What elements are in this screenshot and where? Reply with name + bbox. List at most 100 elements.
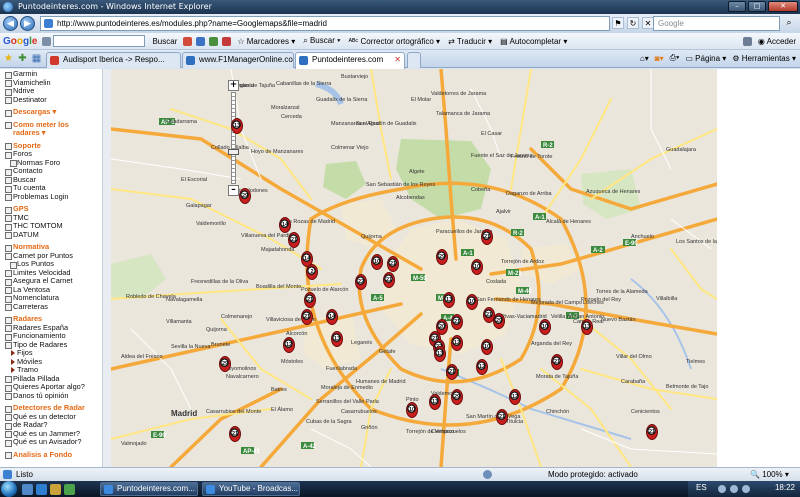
start-button[interactable] (1, 481, 17, 497)
tab-f1manager[interactable]: www.F1ManagerOnline.co... (182, 52, 294, 68)
network-icon[interactable] (718, 485, 726, 493)
sidebar-link[interactable]: Danos tú opinión (4, 391, 102, 401)
radar-marker[interactable]: 21 (387, 256, 399, 272)
back-button[interactable]: ◀ (3, 16, 18, 31)
sidebar-section-heading[interactable]: Analisis a Fondo (4, 450, 102, 460)
pagerank-icon[interactable] (183, 36, 193, 46)
radar-marker[interactable]: 14 (279, 217, 291, 233)
radar-marker[interactable]: 29 (239, 188, 251, 204)
radar-marker[interactable]: 12 (451, 335, 463, 351)
google-search-button[interactable]: Buscar (148, 37, 181, 46)
sidebar-link[interactable]: Qué es un Avisador? (4, 437, 102, 447)
add-favorite-icon[interactable]: ✚ (17, 53, 28, 64)
tab-puntodeinteres[interactable]: Puntodeinteres.com ✕ (295, 52, 405, 69)
zoom-out-button[interactable]: – (228, 185, 239, 196)
google-map[interactable]: AP-6 M-50 A-1 A-1 R-2 M-21 A-2 E-90 A-5 … (111, 69, 717, 467)
radar-marker[interactable]: 13 (231, 118, 243, 134)
protected-mode-text[interactable]: Modo protegido: activado (548, 468, 638, 481)
google-search-input[interactable] (53, 35, 146, 47)
close-button[interactable]: ✕ (768, 1, 798, 12)
home-icon[interactable]: ⌂▾ (640, 54, 649, 63)
print-icon[interactable]: ⎙▾ (670, 53, 680, 63)
radar-marker[interactable]: 21 (288, 232, 300, 248)
sidebar-link[interactable]: Problemas Login (4, 192, 102, 202)
page-menu[interactable]: ▭ Página ▾ (685, 54, 726, 63)
find-button[interactable]: ⌕ Buscar ▾ (299, 36, 344, 46)
radar-marker[interactable]: 21 (451, 314, 463, 330)
radar-marker[interactable]: 10 (406, 402, 418, 418)
tray-app-icon[interactable] (742, 485, 750, 493)
radar-marker[interactable]: 21 (646, 424, 658, 440)
clock[interactable]: 18:22 (775, 483, 795, 492)
map-zoom-control[interactable]: + – (228, 80, 240, 200)
sidebar-link[interactable]: DATUM (4, 230, 102, 240)
radar-marker[interactable]: 29 (451, 389, 463, 405)
tab-audisport[interactable]: Audisport Iberica -> Respo... (46, 52, 181, 68)
sidebar-section-heading[interactable]: radares ▾ (4, 128, 102, 138)
radar-marker[interactable]: 12 (283, 337, 295, 353)
switch-windows-icon[interactable] (50, 484, 61, 495)
radar-marker[interactable]: 29 (493, 313, 505, 329)
radar-marker[interactable]: 21 (551, 354, 563, 370)
ie-quicklaunch-icon[interactable] (36, 484, 47, 495)
new-tab-button[interactable] (407, 52, 421, 68)
bookmarks-button[interactable]: ☆ Marcadores ▾ (233, 37, 299, 46)
close-tab-icon[interactable]: ✕ (394, 53, 401, 67)
minimize-button[interactable]: – (728, 1, 746, 12)
radar-marker[interactable]: 29 (219, 356, 231, 372)
radar-marker[interactable]: 29 (436, 249, 448, 265)
sidebar-link[interactable]: Carreteras (4, 302, 102, 312)
radar-marker[interactable]: 21 (304, 292, 316, 308)
radar-marker[interactable]: 10 (481, 339, 493, 355)
radar-marker[interactable]: 12 (509, 389, 521, 405)
taskbar-youtube-window[interactable]: YouTube - Broadcas... (202, 482, 300, 496)
radar-marker[interactable]: 22 (355, 274, 367, 290)
radar-marker[interactable]: 13 (331, 331, 343, 347)
sidebar-link[interactable]: Destinator (4, 95, 102, 105)
compatibility-icon[interactable]: ⚑ (612, 17, 624, 29)
radar-marker[interactable]: 10 (371, 254, 383, 270)
share-icon[interactable] (209, 36, 219, 46)
radar-marker[interactable]: 21 (301, 309, 313, 325)
favorites-star-icon[interactable]: ★ (3, 53, 14, 64)
radar-marker[interactable]: 14 (326, 309, 338, 325)
radar-marker[interactable]: 21 (229, 426, 241, 442)
globe-icon[interactable] (196, 36, 206, 46)
radar-marker[interactable]: 21 (383, 272, 395, 288)
radar-marker[interactable]: 13 (443, 292, 455, 308)
spellcheck-button[interactable]: ᴬᴮᶜ Corrector ortográfico ▾ (344, 37, 444, 46)
volume-icon[interactable] (730, 485, 738, 493)
tools-menu[interactable]: ⚙ Herramientas ▾ (732, 54, 796, 63)
radar-marker[interactable]: 21 (496, 409, 508, 425)
radar-marker[interactable]: 10 (539, 319, 551, 335)
radar-marker[interactable]: 13 (581, 319, 593, 335)
taskbar-ie-window[interactable]: Puntodeinteres.com... (100, 482, 198, 496)
zoom-slider-handle[interactable] (228, 149, 239, 156)
dropdown-icon[interactable] (42, 36, 52, 46)
radar-marker[interactable]: 12 (476, 359, 488, 375)
radar-marker[interactable]: 2 (306, 264, 318, 280)
translate-button[interactable]: ⇄ Traducir ▾ (444, 37, 496, 46)
zoom-level[interactable]: 🔍 100% ▾ (750, 468, 789, 481)
popup-blocker-icon[interactable] (222, 36, 232, 46)
search-icon[interactable]: ⌕ (782, 17, 796, 30)
feeds-icon[interactable]: ◙▾ (655, 54, 664, 63)
radar-marker[interactable]: 10 (471, 259, 483, 275)
radar-marker[interactable]: 21 (481, 229, 493, 245)
sign-in-button[interactable]: ◉ Acceder (754, 37, 800, 46)
wrench-icon[interactable] (742, 36, 752, 46)
radar-marker[interactable]: 10 (466, 294, 478, 310)
zoom-in-button[interactable]: + (228, 80, 239, 91)
address-input[interactable]: http://www.puntodeinteres.es/modules.php… (40, 16, 610, 31)
radar-marker[interactable]: 21 (446, 364, 458, 380)
refresh-icon[interactable]: ↻ (627, 17, 639, 29)
forward-button[interactable]: ▶ (20, 16, 35, 31)
radar-marker[interactable]: 13 (429, 394, 441, 410)
sidebar-section-heading[interactable]: Descargas ▾ (4, 107, 102, 117)
search-input[interactable]: Google (653, 16, 780, 31)
autofill-button[interactable]: ▤ Autocompletar ▾ (496, 37, 571, 46)
language-indicator[interactable]: ES (696, 483, 707, 492)
radar-marker[interactable]: 13 (434, 346, 446, 362)
maximize-button[interactable]: □ (748, 1, 766, 12)
zoom-slider-track[interactable] (231, 92, 236, 184)
